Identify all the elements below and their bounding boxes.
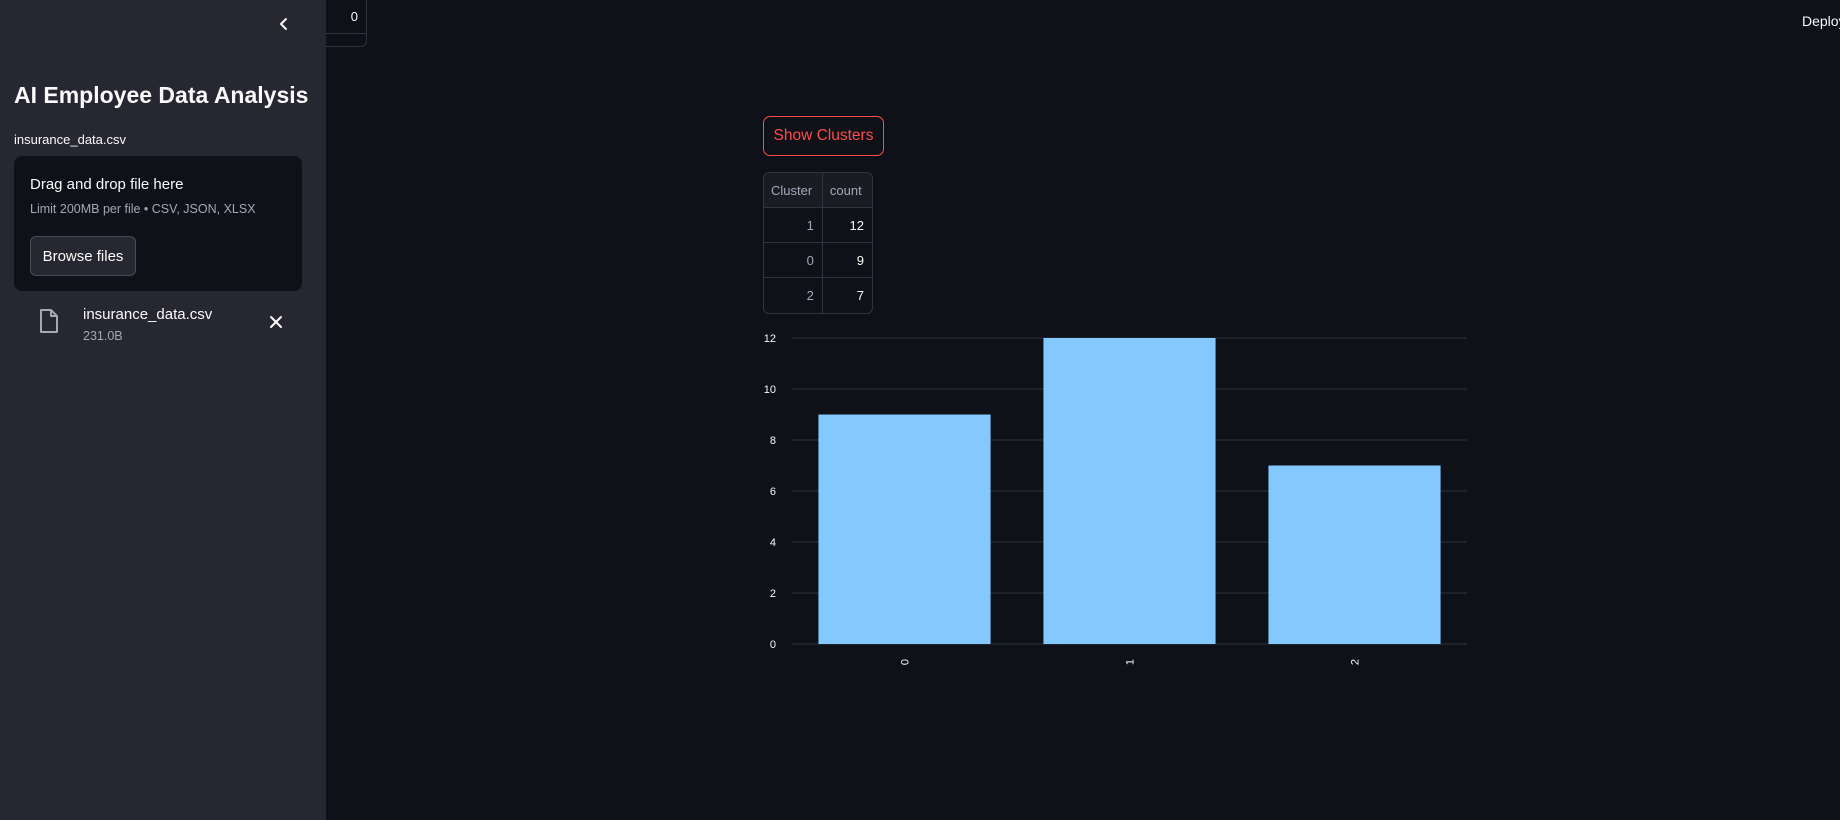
y-tick-label: 8 [770,435,776,447]
x-tick-label: 1 [1125,659,1137,665]
table-row: 1 12 [764,208,872,243]
dropzone-title: Drag and drop file here [30,176,184,193]
bar [1268,465,1441,644]
show-clusters-button[interactable]: Show Clusters [763,116,884,156]
table-row: 0 9 [764,243,872,278]
cluster-count-table[interactable]: Cluster count 1 12 0 9 2 7 [763,172,873,314]
uploaded-file: insurance_data.csv 231.0B [14,302,302,348]
browse-files-button[interactable]: Browse files [30,236,136,276]
deploy-button[interactable]: Deploy [1802,13,1840,29]
row-index: 2 [764,278,823,313]
close-icon [270,316,282,328]
table-row: 2 7 [764,278,872,313]
row-index: 0 [764,243,823,277]
column-header: Cluster [764,173,823,207]
y-tick-label: 0 [770,639,776,651]
bar [1043,338,1216,644]
table-header-row: Cluster count [764,173,872,208]
file-dropzone[interactable]: Drag and drop file here Limit 200MB per … [14,156,302,291]
uploader-label: insurance_data.csv [14,132,127,147]
cluster-bar-chart: 0246810120 1 2 [764,333,1467,665]
collapse-sidebar-button[interactable] [272,12,296,36]
remove-file-button[interactable] [266,312,286,332]
y-tick-label: 12 [764,333,776,345]
y-tick-label: 2 [770,588,776,600]
bar [818,414,991,644]
chevron-left-icon [280,18,287,30]
table-cell: 9 [856,252,864,268]
file-size: 231.0B [83,329,123,343]
column-header: count [829,182,862,198]
table-cell: 7 [856,288,864,303]
y-tick-label: 6 [770,486,776,498]
table-cell: 12 [849,217,864,233]
row-index: 1 [764,208,823,242]
dropzone-limit: Limit 200MB per file • CSV, JSON, XLSX [30,202,256,216]
file-icon [40,309,58,333]
x-tick-label: 2 [1350,659,1362,665]
sidebar: AI Employee Data Analysis insurance_data… [0,0,326,820]
file-name: insurance_data.csv [83,306,213,323]
x-tick-label: 0 [900,659,912,665]
y-tick-label: 10 [764,384,776,396]
y-tick-label: 4 [770,537,776,549]
app-title: AI Employee Data Analysis [14,82,309,108]
